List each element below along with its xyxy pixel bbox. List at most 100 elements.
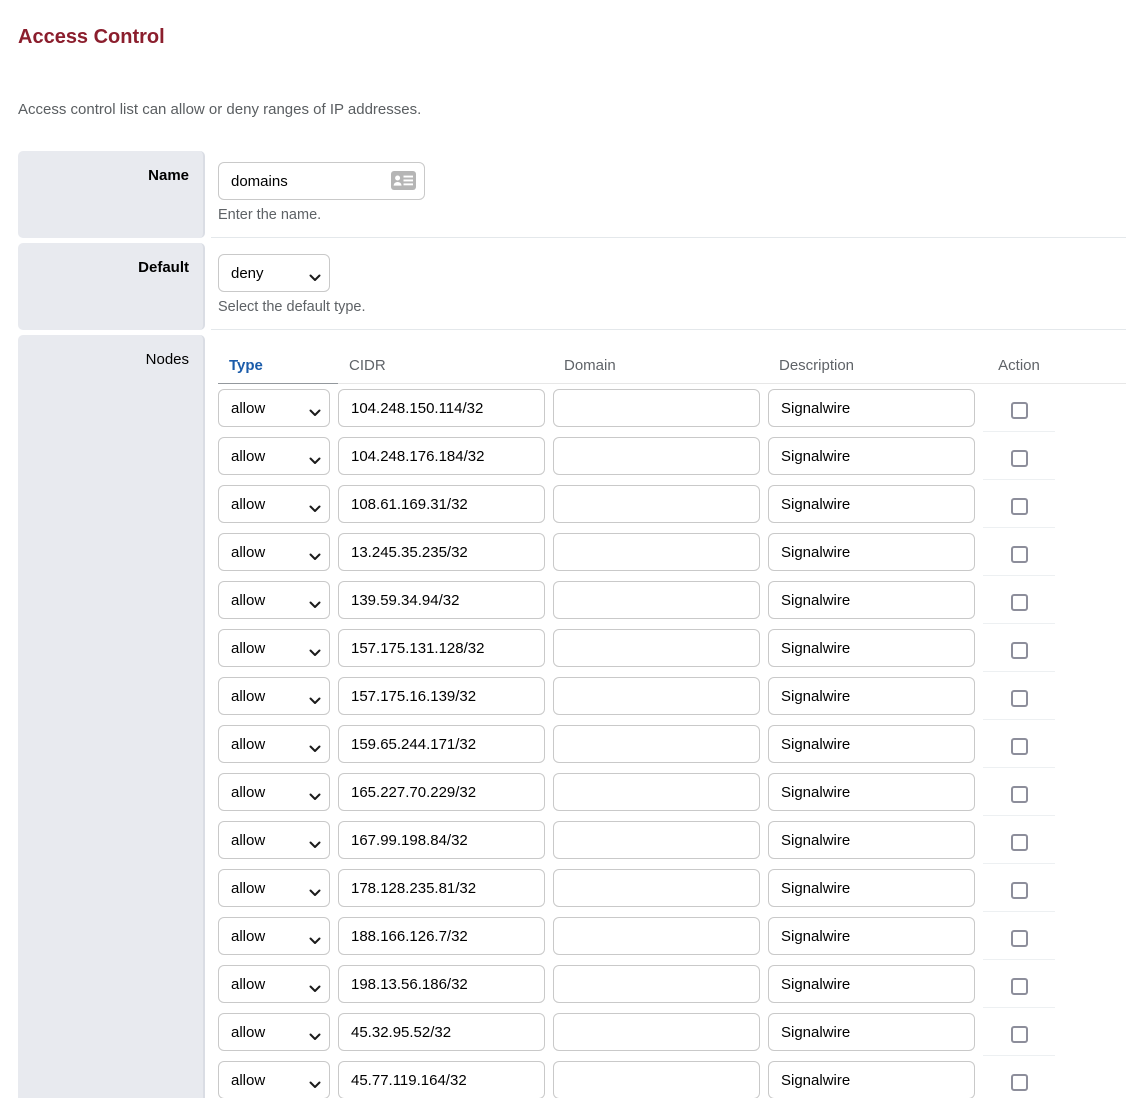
node-description-input[interactable] [768,485,975,523]
node-cidr-input[interactable] [338,533,545,571]
node-type-select[interactable]: allow [218,917,330,955]
node-domain-input[interactable] [553,485,760,523]
node-type-select[interactable]: allow [218,581,330,619]
node-cidr-input[interactable] [338,917,545,955]
node-description-input[interactable] [768,533,975,571]
name-label: Name [18,151,205,238]
node-delete-checkbox[interactable] [1011,786,1028,803]
name-hint: Enter the name. [218,207,1126,223]
node-delete-checkbox[interactable] [1011,594,1028,611]
node-type-select[interactable]: allow [218,533,330,571]
node-domain-input[interactable] [553,677,760,715]
node-type-select[interactable]: allow [218,437,330,475]
node-type-select[interactable]: allow [218,725,330,763]
node-cidr-input[interactable] [338,821,545,859]
node-type-select[interactable]: allow [218,485,330,523]
node-delete-checkbox[interactable] [1011,882,1028,899]
node-type-select[interactable]: allow [218,677,330,715]
node-description-input[interactable] [768,773,975,811]
node-description-input[interactable] [768,917,975,955]
node-description-input[interactable] [768,581,975,619]
node-cidr-input[interactable] [338,965,545,1003]
node-type-select[interactable]: allow [218,1013,330,1051]
node-delete-checkbox[interactable] [1011,450,1028,467]
node-type-select[interactable]: allow [218,773,330,811]
node-type-select[interactable]: allow [218,965,330,1003]
column-header-domain: Domain [553,347,760,374]
name-input[interactable] [218,162,425,200]
node-description-input[interactable] [768,437,975,475]
node-description-input[interactable] [768,389,975,427]
node-description-input[interactable] [768,629,975,667]
form-row-default: Default deny Select the default type. [18,243,1126,330]
node-cidr-input[interactable] [338,1013,545,1051]
node-delete-checkbox[interactable] [1011,1074,1028,1091]
node-delete-checkbox[interactable] [1011,498,1028,515]
node-domain-input[interactable] [553,1013,760,1051]
default-row-content: deny Select the default type. [211,243,1126,330]
node-delete-checkbox[interactable] [1011,930,1028,947]
node-cidr-input[interactable] [338,437,545,475]
node-row: allow [218,917,1126,965]
node-action-cell [983,869,1055,912]
type-sort-link[interactable]: Type [229,357,263,374]
node-description-input[interactable] [768,725,975,763]
page-title: Access Control [18,0,1126,49]
node-type-select-wrap: allow [218,485,330,523]
name-row-content: Enter the name. [211,151,1126,238]
node-cidr-input[interactable] [338,869,545,907]
node-type-select[interactable]: allow [218,389,330,427]
node-delete-checkbox[interactable] [1011,690,1028,707]
node-cidr-input[interactable] [338,629,545,667]
node-description-input[interactable] [768,677,975,715]
node-cidr-input[interactable] [338,1061,545,1098]
node-cidr-input[interactable] [338,773,545,811]
node-domain-input[interactable] [553,965,760,1003]
node-domain-input[interactable] [553,1061,760,1098]
node-delete-checkbox[interactable] [1011,834,1028,851]
node-row: allow [218,773,1126,821]
node-domain-input[interactable] [553,725,760,763]
node-domain-input[interactable] [553,869,760,907]
node-cidr-input[interactable] [338,725,545,763]
node-domain-input[interactable] [553,437,760,475]
node-action-cell [983,773,1055,816]
node-delete-checkbox[interactable] [1011,402,1028,419]
node-domain-input[interactable] [553,581,760,619]
node-row: allow [218,581,1126,629]
node-action-cell [983,629,1055,672]
node-domain-input[interactable] [553,629,760,667]
node-delete-checkbox[interactable] [1011,546,1028,563]
node-description-input[interactable] [768,869,975,907]
node-delete-checkbox[interactable] [1011,1026,1028,1043]
default-select[interactable]: deny [218,254,330,292]
node-type-select[interactable]: allow [218,869,330,907]
node-domain-input[interactable] [553,773,760,811]
node-delete-checkbox[interactable] [1011,738,1028,755]
node-cidr-input[interactable] [338,485,545,523]
node-domain-input[interactable] [553,917,760,955]
nodes-row-content: Type CIDR Domain Description Action allo… [211,335,1126,1098]
node-action-cell [983,1013,1055,1056]
node-domain-input[interactable] [553,821,760,859]
node-delete-checkbox[interactable] [1011,978,1028,995]
node-action-cell [983,485,1055,528]
nodes-label: Nodes [18,335,205,1098]
node-description-input[interactable] [768,821,975,859]
node-cidr-input[interactable] [338,581,545,619]
node-description-input[interactable] [768,965,975,1003]
node-type-select[interactable]: allow [218,821,330,859]
node-action-cell [983,533,1055,576]
node-action-cell [983,965,1055,1008]
node-domain-input[interactable] [553,389,760,427]
node-domain-input[interactable] [553,533,760,571]
node-type-select[interactable]: allow [218,1061,330,1098]
node-description-input[interactable] [768,1013,975,1051]
node-cidr-input[interactable] [338,677,545,715]
node-type-select[interactable]: allow [218,629,330,667]
node-delete-checkbox[interactable] [1011,642,1028,659]
node-type-select-wrap: allow [218,725,330,763]
node-type-select-wrap: allow [218,677,330,715]
node-cidr-input[interactable] [338,389,545,427]
node-description-input[interactable] [768,1061,975,1098]
